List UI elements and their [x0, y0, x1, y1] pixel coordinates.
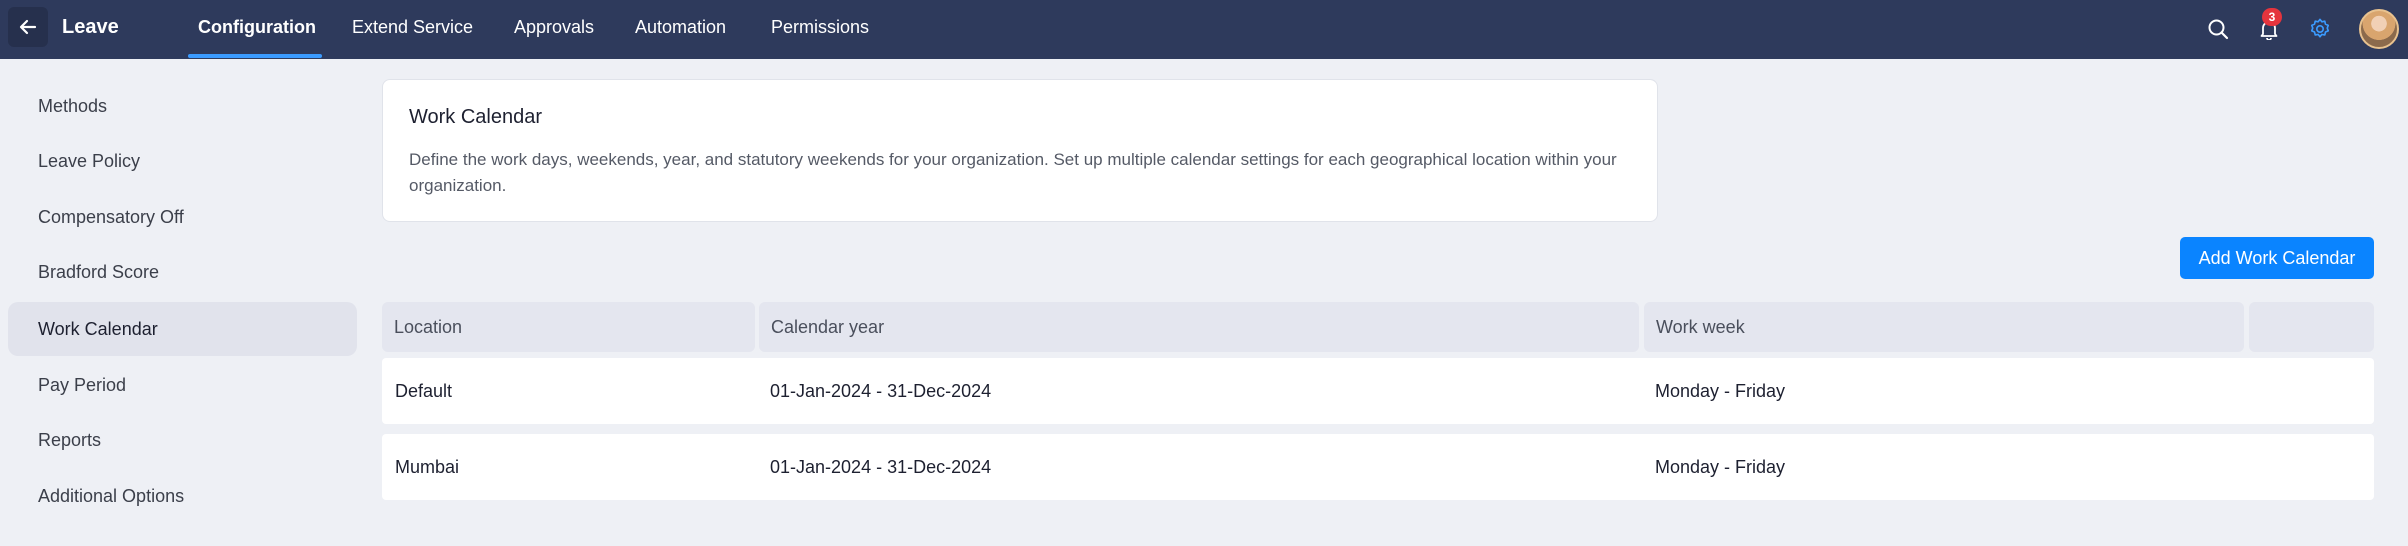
app-title: Leave — [62, 16, 119, 38]
table-row[interactable]: Mumbai 01-Jan-2024 - 31-Dec-2024 Monday … — [382, 434, 2374, 500]
column-header-actions — [2249, 302, 2374, 352]
card-description: Define the work days, weekends, year, an… — [409, 150, 1617, 195]
cell-work-week: Monday - Friday — [1655, 380, 1786, 401]
sidebar-item-label: Methods — [38, 95, 108, 116]
search-icon — [2208, 19, 2229, 40]
search-button[interactable] — [2203, 14, 2233, 44]
sidebar-item-compensatory-off[interactable]: Compensatory Off — [8, 190, 357, 244]
gear-icon — [2310, 18, 2330, 38]
sidebar-item-work-calendar[interactable]: Work Calendar — [8, 302, 357, 356]
sidebar-item-bradford-score[interactable]: Bradford Score — [8, 245, 357, 299]
back-arrow-icon — [19, 19, 37, 35]
sidebar-item-methods[interactable]: Methods — [8, 79, 357, 133]
add-work-calendar-button[interactable]: Add Work Calendar — [2180, 237, 2374, 279]
sidebar-item-label: Work Calendar — [38, 318, 158, 339]
sidebar-item-pay-period[interactable]: Pay Period — [8, 358, 357, 412]
back-button[interactable] — [8, 7, 48, 47]
cell-location: Default — [395, 380, 453, 401]
sidebar-item-additional-options[interactable]: Additional Options — [8, 469, 357, 523]
tab-automation[interactable]: Automation — [635, 17, 726, 38]
sidebar-item-label: Additional Options — [38, 485, 185, 506]
cell-calendar-year: 01-Jan-2024 - 31-Dec-2024 — [770, 456, 992, 477]
tab-permissions[interactable]: Permissions — [771, 17, 869, 38]
settings-button[interactable] — [2305, 14, 2335, 44]
top-navigation-bar: Leave Configuration Extend Service Appro… — [0, 0, 2408, 59]
info-card: Work Calendar Define the work days, week… — [382, 79, 1658, 222]
sidebar-item-label: Reports — [38, 429, 102, 450]
sidebar-item-label: Pay Period — [38, 374, 127, 395]
sidebar-item-reports[interactable]: Reports — [8, 413, 357, 467]
cell-location: Mumbai — [395, 456, 460, 477]
column-header-work-week: Work week — [1644, 302, 2244, 352]
sidebar-item-label: Leave Policy — [38, 150, 141, 171]
tab-extend-service[interactable]: Extend Service — [352, 17, 473, 38]
table-row[interactable]: Default 01-Jan-2024 - 31-Dec-2024 Monday… — [382, 358, 2374, 424]
tab-configuration[interactable]: Configuration — [198, 17, 316, 38]
cell-calendar-year: 01-Jan-2024 - 31-Dec-2024 — [770, 380, 992, 401]
column-header-calendar-year: Calendar year — [759, 302, 1639, 352]
cell-work-week: Monday - Friday — [1655, 456, 1786, 477]
user-avatar[interactable] — [2359, 9, 2399, 49]
sidebar-item-label: Bradford Score — [38, 261, 160, 282]
card-title: Work Calendar — [409, 106, 543, 128]
sidebar-item-label: Compensatory Off — [38, 206, 184, 227]
column-header-location: Location — [382, 302, 755, 352]
tab-approvals[interactable]: Approvals — [514, 17, 594, 38]
sidebar-item-leave-policy[interactable]: Leave Policy — [8, 134, 357, 188]
active-tab-indicator — [188, 54, 322, 58]
notification-badge: 3 — [2262, 8, 2282, 26]
